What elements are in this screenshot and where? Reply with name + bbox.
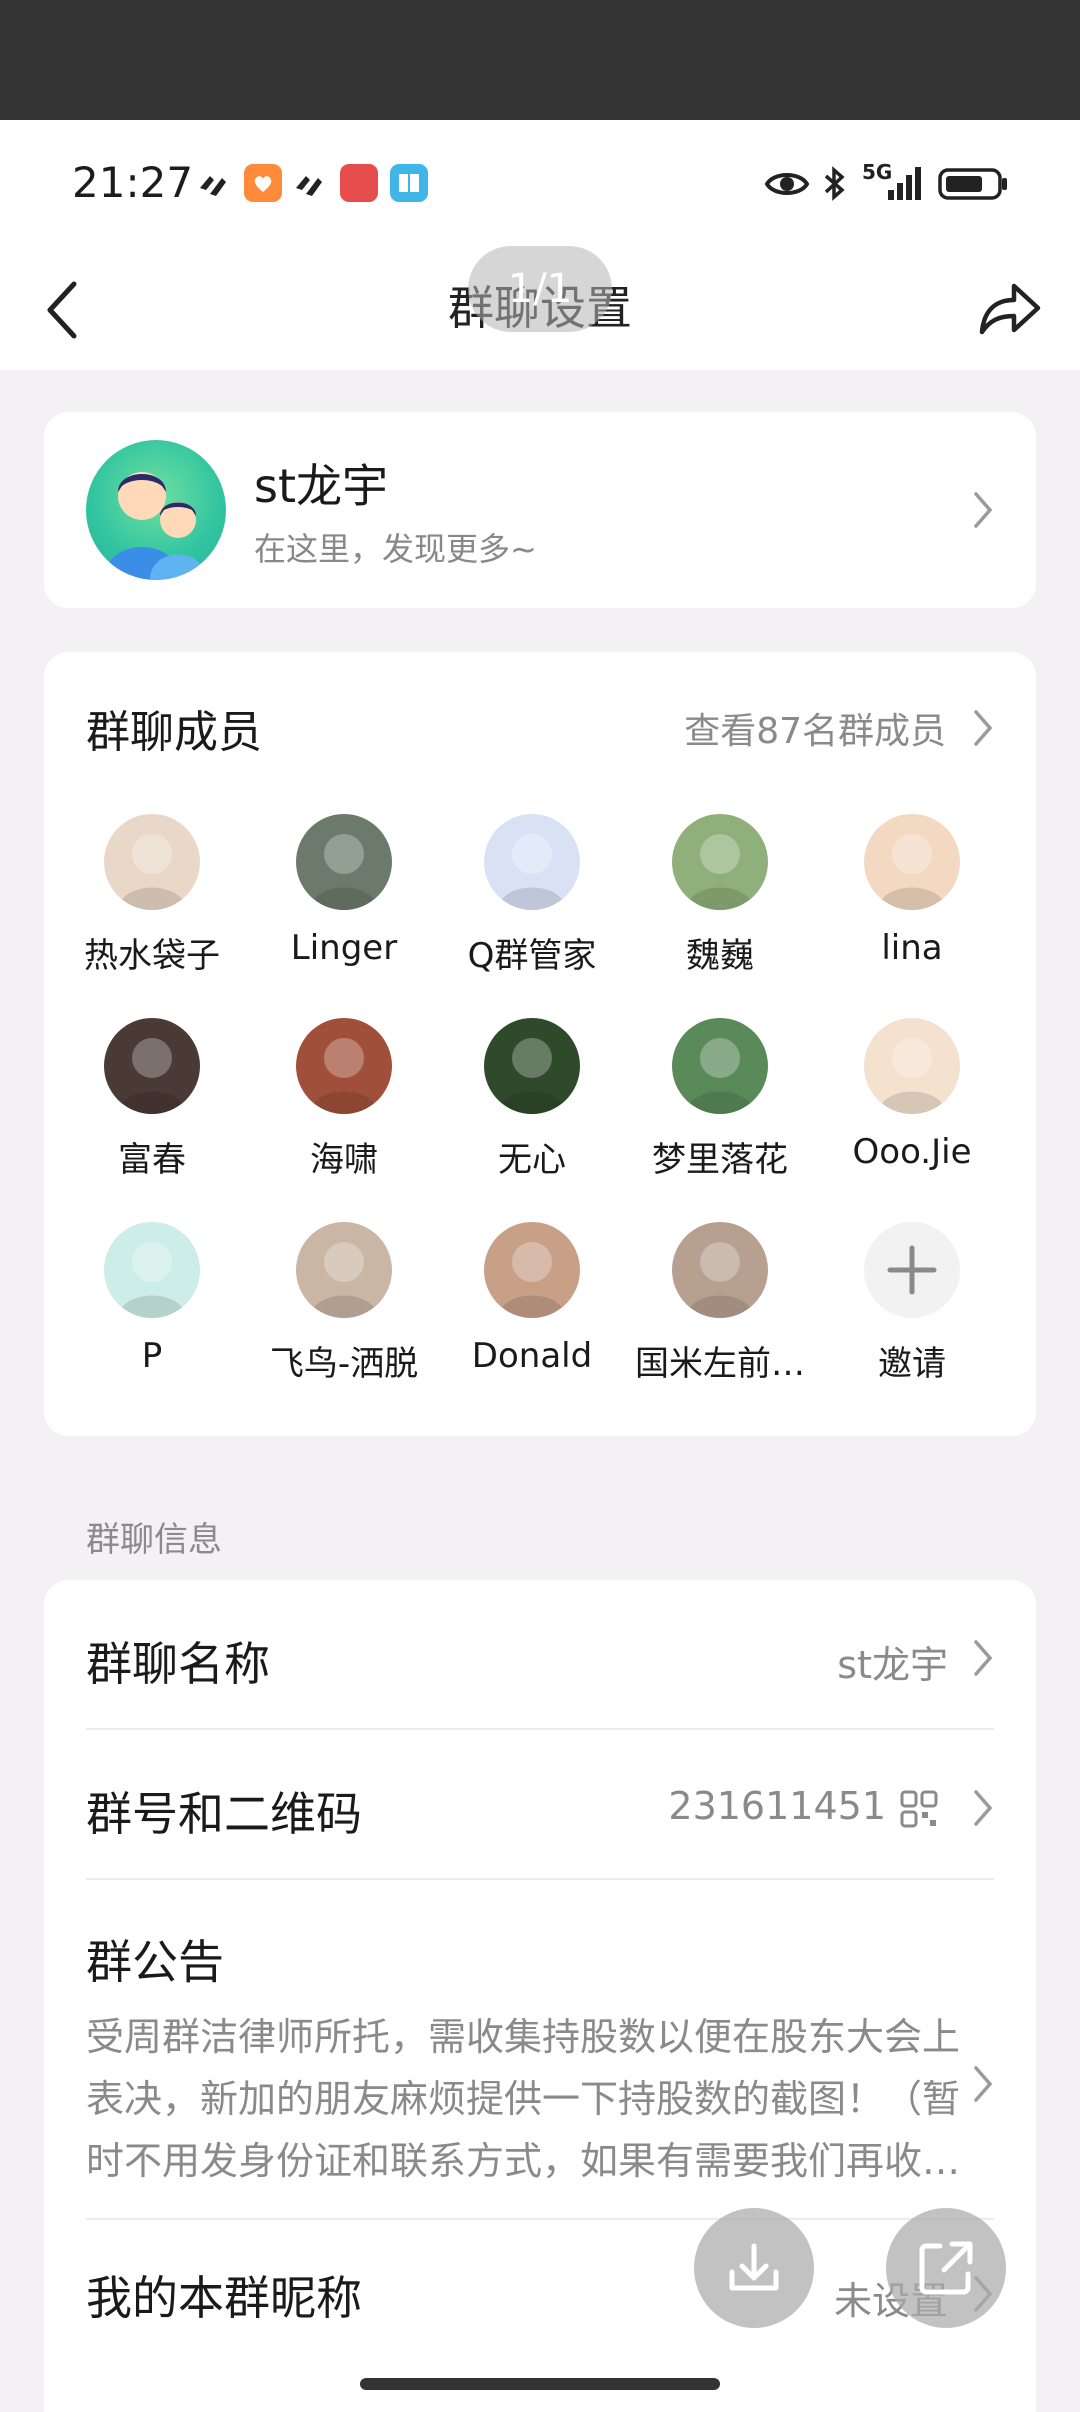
share-icon[interactable] — [974, 274, 1044, 344]
game-icon — [340, 164, 378, 202]
signal-icon — [200, 176, 226, 196]
open-external-button[interactable] — [886, 2208, 1006, 2328]
member-avatar — [672, 1018, 768, 1114]
group-id-row[interactable]: 群号和二维码 231611451 — [86, 1778, 994, 1858]
member-item[interactable]: 海啸 — [254, 1018, 434, 1181]
member-name: Q群管家 — [467, 936, 597, 976]
member-name: 富春 — [118, 1140, 186, 1180]
group-id-value: 231611451 — [668, 1784, 886, 1828]
page-indicator: 1/1 — [468, 246, 612, 332]
member-item[interactable]: P — [62, 1222, 242, 1376]
member-name: Linger — [290, 928, 398, 968]
member-avatar — [672, 1222, 768, 1318]
member-name: 国米左前… — [635, 1344, 805, 1384]
member-avatar — [484, 1018, 580, 1114]
member-name: 无心 — [498, 1140, 566, 1180]
signal-icon — [296, 176, 322, 196]
member-item[interactable]: Donald — [442, 1222, 622, 1376]
group-name: st龙宇 — [254, 459, 389, 513]
chevron-right-icon — [974, 492, 993, 528]
member-avatar — [296, 814, 392, 910]
chevron-right-icon — [974, 2066, 993, 2102]
download-button[interactable] — [694, 2208, 814, 2328]
member-avatar — [104, 1222, 200, 1318]
member-avatar — [484, 1222, 580, 1318]
member-avatar — [104, 1018, 200, 1114]
group-profile-card[interactable]: st龙宇 在这里，发现更多~ — [44, 412, 1036, 608]
top-dark-bar — [0, 0, 1080, 120]
member-item[interactable]: 魏巍 — [630, 814, 810, 977]
download-icon — [729, 2243, 779, 2291]
member-item[interactable]: 飞鸟-洒脱 — [254, 1222, 434, 1385]
bluetooth-icon — [824, 166, 845, 201]
member-avatar — [296, 1222, 392, 1318]
members-title: 群聊成员 — [86, 707, 262, 758]
member-avatar — [672, 814, 768, 910]
member-name: Ooo.Jie — [852, 1132, 972, 1172]
chevron-right-icon — [974, 710, 993, 746]
member-avatar — [864, 814, 960, 910]
member-item[interactable]: 梦里落花 — [630, 1018, 810, 1181]
group-name-label: 群聊名称 — [86, 1637, 270, 1691]
invite-label: 邀请 — [878, 1344, 946, 1384]
member-item[interactable]: Ooo.Jie — [822, 1018, 1002, 1172]
invite-member-button[interactable]: 邀请 — [822, 1222, 1002, 1385]
status-bar: 21:27 5G — [0, 120, 1080, 250]
group-name-value: st龙宇 — [837, 1643, 948, 1687]
nav-bar: 群聊设置 1/1 — [0, 246, 1080, 370]
group-notice-label: 群公告 — [86, 1935, 224, 1989]
divider — [86, 1878, 994, 1880]
member-item[interactable]: Linger — [254, 814, 434, 968]
member-item[interactable]: 富春 — [62, 1018, 242, 1181]
member-name: 梦里落花 — [652, 1140, 788, 1180]
member-name: 海啸 — [310, 1140, 378, 1180]
status-time: 21:27 — [72, 158, 194, 207]
open-external-icon — [919, 2241, 973, 2295]
plus-icon — [864, 1222, 960, 1318]
members-card: 群聊成员 查看87名群成员 热水袋子 Linger Q群管家 魏巍 lina 富春 海啸 无心… — [44, 652, 1036, 1436]
group-avatar — [86, 440, 226, 580]
app-orange-icon — [244, 164, 282, 202]
member-name: lina — [881, 928, 943, 968]
my-nickname-label: 我的本群昵称 — [86, 2271, 362, 2325]
divider — [86, 2218, 994, 2220]
member-name: 飞鸟-洒脱 — [269, 1344, 419, 1384]
divider — [86, 1728, 994, 1730]
battery-icon — [938, 168, 1007, 200]
member-item[interactable]: 无心 — [442, 1018, 622, 1181]
group-subtitle: 在这里，发现更多~ — [254, 530, 537, 568]
chevron-right-icon — [974, 1640, 993, 1676]
member-item[interactable]: lina — [822, 814, 1002, 968]
member-avatar — [864, 1018, 960, 1114]
eye-icon — [764, 173, 810, 195]
member-name: 魏巍 — [686, 936, 754, 976]
info-section-label: 群聊信息 — [86, 1520, 222, 1560]
group-id-label: 群号和二维码 — [86, 1787, 362, 1841]
my-nickname-row[interactable]: 我的本群昵称 未设置 — [86, 2262, 994, 2342]
view-all-members-link[interactable]: 查看87名群成员 — [684, 702, 946, 754]
cellular-icon: 5G — [860, 160, 924, 204]
member-avatar — [484, 814, 580, 910]
book-icon — [390, 164, 428, 202]
home-indicator[interactable] — [360, 2378, 720, 2390]
group-notice-text: 受周群洁律师所托，需收集持股数以便在股东大会上表决，新加的朋友麻烦提供一下持股数… — [86, 2015, 961, 2183]
member-item[interactable]: 国米左前… — [630, 1222, 810, 1385]
group-name-row[interactable]: 群聊名称 st龙宇 — [86, 1628, 994, 1708]
member-name: Donald — [471, 1336, 593, 1376]
member-item[interactable]: Q群管家 — [442, 814, 622, 977]
member-name: 热水袋子 — [84, 936, 220, 976]
member-item[interactable]: 热水袋子 — [62, 814, 242, 977]
member-avatar — [104, 814, 200, 910]
member-avatar — [296, 1018, 392, 1114]
qr-code-icon — [900, 1790, 938, 1828]
member-name: P — [141, 1336, 163, 1376]
chevron-right-icon — [974, 1790, 993, 1826]
